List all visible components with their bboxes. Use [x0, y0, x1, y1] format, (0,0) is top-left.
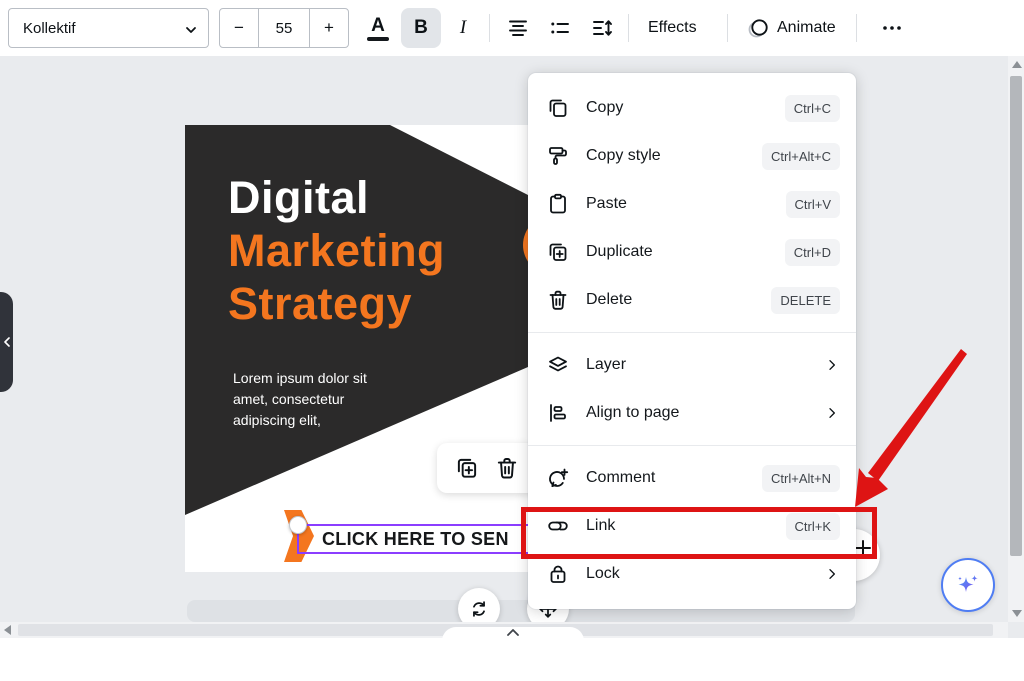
- font-name: Kollektif: [23, 19, 76, 37]
- shortcut-badge: Ctrl+Alt+C: [762, 142, 840, 170]
- font-selector[interactable]: Kollektif: [8, 8, 209, 48]
- italic-button[interactable]: I: [443, 8, 483, 48]
- scroll-down-arrow[interactable]: [1012, 610, 1022, 617]
- menu-item-delete[interactable]: Delete DELETE: [528, 276, 856, 324]
- menu-item-duplicate[interactable]: Duplicate Ctrl+D: [528, 228, 856, 276]
- text-color-button[interactable]: A: [358, 8, 398, 48]
- text-color-glyph: A: [371, 14, 385, 36]
- menu-label: Paste: [586, 195, 627, 212]
- toolbar-divider: [856, 14, 857, 42]
- selection-mini-toolbar: [437, 443, 537, 493]
- font-size-decrease-button[interactable]: −: [219, 8, 259, 48]
- menu-item-layer[interactable]: Layer: [528, 341, 856, 389]
- line-spacing-button[interactable]: [582, 8, 622, 48]
- duplicate-icon[interactable]: [454, 455, 480, 481]
- shortcut-badge: Ctrl+D: [784, 238, 840, 266]
- menu-divider: [528, 332, 856, 333]
- shortcut-badge: Ctrl+C: [784, 94, 840, 122]
- font-size-input[interactable]: 55: [259, 8, 309, 48]
- rotate-icon: [473, 601, 485, 617]
- effects-button[interactable]: Effects: [638, 8, 707, 48]
- chevron-up-icon: [507, 629, 519, 636]
- design-title[interactable]: Digital Marketing Strategy: [228, 171, 445, 330]
- ellipsis-icon: [883, 26, 901, 30]
- canva-editor-window: Kollektif − 55 + A B I Effects Animate D…: [0, 0, 1024, 681]
- vertical-scrollbar-thumb[interactable]: [1010, 76, 1022, 556]
- duplicate-icon: [549, 243, 567, 261]
- align-elements-icon: [550, 404, 566, 422]
- design-body-text[interactable]: Lorem ipsum dolor sit amet, consectetur …: [233, 368, 367, 431]
- menu-divider: [528, 445, 856, 446]
- animate-icon: [748, 19, 768, 38]
- menu-label: Lock: [586, 565, 620, 582]
- menu-label: Comment: [586, 469, 656, 486]
- menu-label: Delete: [586, 291, 633, 308]
- vertical-scrollbar[interactable]: [1008, 56, 1024, 622]
- bullet-list-button[interactable]: [540, 8, 580, 48]
- paint-roller-icon: [549, 147, 567, 165]
- animate-button[interactable]: Animate: [737, 8, 846, 48]
- copy-icon: [549, 99, 567, 117]
- cta-text-element[interactable]: CLICK HERE TO SEN: [322, 529, 509, 550]
- menu-item-comment[interactable]: Comment Ctrl+Alt+N: [528, 454, 856, 502]
- selection-handle[interactable]: [289, 516, 307, 534]
- menu-item-copy[interactable]: Copy Ctrl+C: [528, 84, 856, 132]
- chevron-down-icon: [186, 27, 196, 33]
- chevron-right-icon: [829, 569, 835, 579]
- title-line-1: Digital: [228, 172, 370, 223]
- toolbar-divider: [628, 14, 629, 42]
- chevron-right-icon: [829, 408, 835, 418]
- menu-label: Copy: [586, 99, 624, 116]
- trash-icon[interactable]: [494, 455, 520, 481]
- bottom-status-bar: Notes Page 1 of 1 23% 1 ?: [0, 638, 1024, 681]
- top-toolbar: Kollektif − 55 + A B I Effects Animate: [0, 0, 1024, 56]
- shortcut-badge: DELETE: [771, 286, 840, 314]
- chevron-left-icon: [3, 337, 10, 347]
- bold-button[interactable]: B: [401, 8, 441, 48]
- shortcut-badge: Ctrl+V: [785, 190, 840, 218]
- toolbar-divider: [489, 14, 490, 42]
- menu-item-copy-style[interactable]: Copy style Ctrl+Alt+C: [528, 132, 856, 180]
- layers-icon: [549, 356, 567, 372]
- link-highlight-box: [521, 507, 877, 559]
- text-align-button[interactable]: [498, 8, 538, 48]
- clipboard-icon: [550, 193, 566, 214]
- font-size-group: − 55 +: [219, 8, 349, 48]
- toolbar-divider: [727, 14, 728, 42]
- animate-label: Animate: [777, 19, 836, 36]
- chevron-right-icon: [829, 360, 835, 370]
- assistant-button[interactable]: [941, 558, 995, 612]
- line-spacing-icon: [593, 20, 612, 36]
- title-line-2: Marketing: [228, 225, 446, 276]
- align-center-icon: [509, 20, 527, 36]
- title-line-3: Strategy: [228, 278, 413, 329]
- sparkle-icon: [958, 575, 978, 592]
- menu-item-paste[interactable]: Paste Ctrl+V: [528, 180, 856, 228]
- lock-icon: [550, 565, 566, 583]
- more-options-button[interactable]: [872, 8, 912, 48]
- sidebar-collapse-tab[interactable]: [0, 292, 13, 392]
- bullet-list-icon: [551, 22, 569, 34]
- scroll-left-arrow[interactable]: [4, 625, 11, 635]
- trash-icon: [549, 290, 567, 310]
- text-color-swatch: [367, 36, 389, 41]
- comment-icon: [549, 468, 569, 487]
- font-size-increase-button[interactable]: +: [309, 8, 349, 48]
- menu-item-align-to-page[interactable]: Align to page: [528, 389, 856, 437]
- scroll-up-arrow[interactable]: [1012, 61, 1022, 68]
- shortcut-badge: Ctrl+Alt+N: [762, 464, 840, 492]
- menu-label: Layer: [586, 356, 627, 373]
- menu-label: Align to page: [586, 404, 680, 421]
- menu-label: Copy style: [586, 147, 661, 164]
- menu-label: Duplicate: [586, 243, 653, 260]
